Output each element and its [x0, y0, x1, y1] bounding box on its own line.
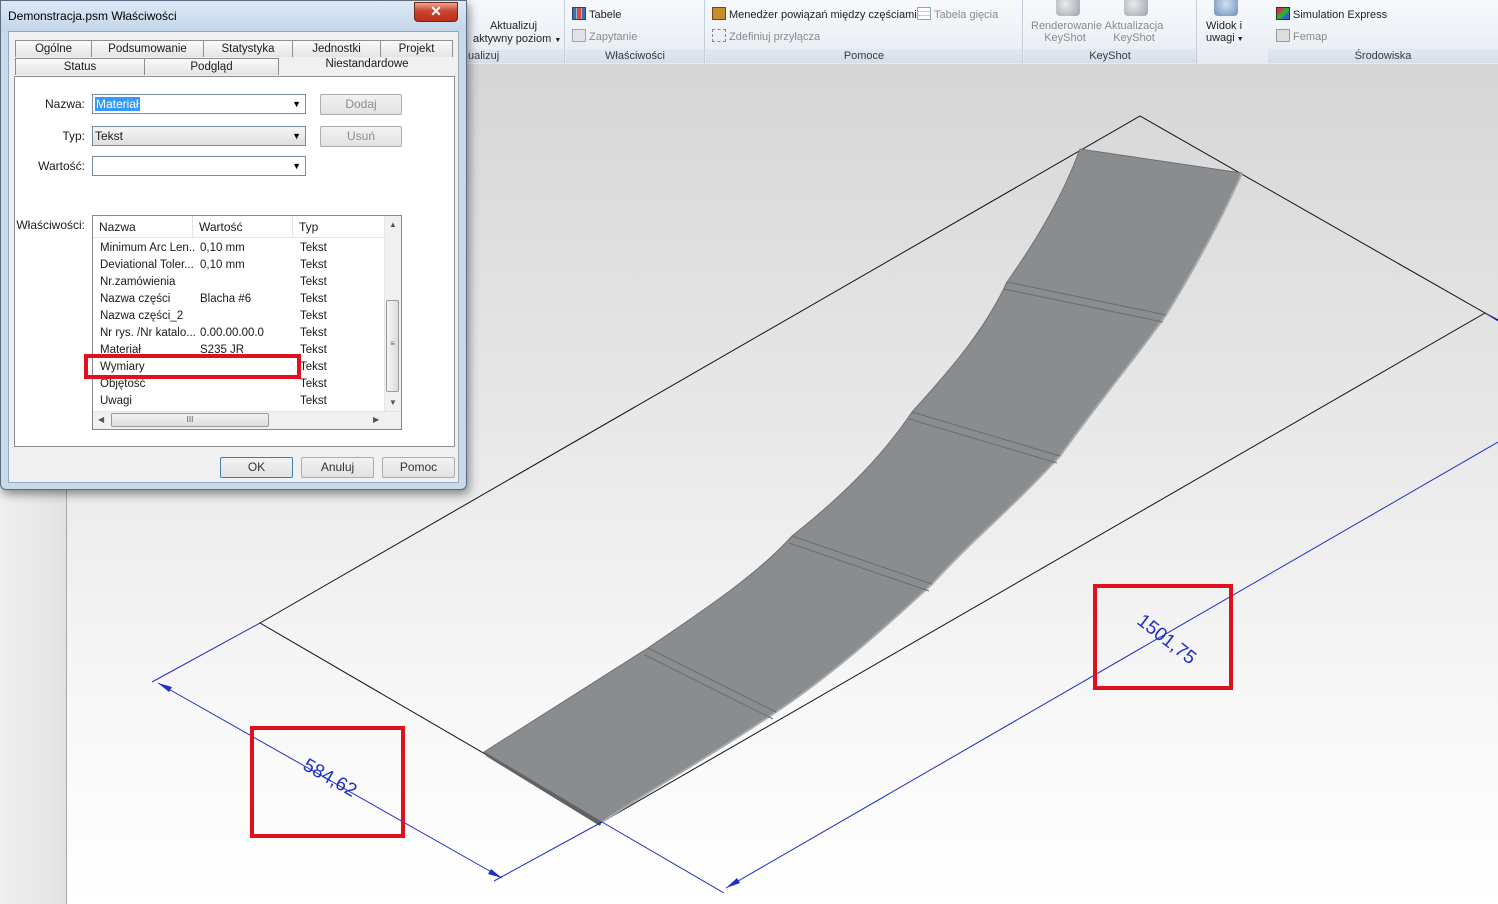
vertical-scrollbar[interactable]: ▲ ≡ ▼ — [384, 216, 401, 412]
name-combo[interactable]: Materiał ▼ — [92, 94, 306, 114]
properties-label: Właściwości: — [16, 218, 85, 232]
cell-value: 0,10 mm — [200, 259, 245, 271]
value-combo[interactable]: ▼ — [92, 156, 306, 176]
table-row[interactable]: Uwagi Tekst — [93, 393, 385, 410]
column-header-name[interactable]: Nazwa — [93, 216, 193, 238]
dimension-arrow — [158, 683, 172, 692]
vertical-scroll-thumb[interactable]: ≡ — [386, 300, 399, 392]
tab-general[interactable]: Ogólne — [15, 40, 92, 57]
cell-name: Nr rys. /Nr katalo... — [100, 327, 195, 339]
properties-list[interactable]: Nazwa Wartość Typ Minimum Arc Len... 0,10… — [92, 215, 402, 430]
table-row[interactable]: Nazwa części Blacha #6 Tekst — [93, 291, 385, 308]
extension-line — [1484, 312, 1498, 322]
dialog-titlebar[interactable]: Demonstracja.psm Właściwości ✕ — [1, 1, 466, 31]
scroll-grip-icon: ≡ — [390, 339, 395, 348]
chevron-down-icon[interactable]: ▼ — [292, 127, 301, 145]
help-button[interactable]: Pomoc — [382, 457, 455, 478]
scroll-right-icon[interactable]: ▶ — [373, 415, 379, 424]
tab-summary[interactable]: Podsumowanie — [91, 40, 204, 57]
dimension-arrow — [726, 878, 740, 888]
tab-custom[interactable]: Niestandardowe — [279, 55, 455, 77]
cell-name: Uwagi — [100, 395, 132, 407]
part-top-face — [483, 148, 1243, 823]
table-row[interactable]: Nr.zamówienia Tekst — [93, 274, 385, 291]
cell-value: Blacha #6 — [200, 293, 252, 305]
cell-type: Tekst — [300, 361, 327, 373]
cell-name: Nazwa części_2 — [100, 310, 184, 322]
extension-line — [601, 821, 725, 894]
name-label: Nazwa: — [44, 97, 85, 111]
cell-value: 0.00.00.00.0 — [200, 327, 264, 339]
remove-button[interactable]: Usuń — [320, 126, 402, 147]
cell-type: Tekst — [300, 242, 327, 254]
sheet-metal-part[interactable] — [483, 148, 1243, 826]
horizontal-scroll-thumb[interactable]: III — [111, 413, 269, 427]
custom-properties-page: Nazwa: Materiał ▼ Dodaj Typ: Tekst ▼ Usu… — [14, 76, 455, 447]
dimension-arrow — [488, 869, 502, 878]
type-combo[interactable]: Tekst ▼ — [92, 126, 306, 146]
cell-type: Tekst — [300, 259, 327, 271]
close-icon[interactable]: ✕ — [414, 2, 458, 22]
ok-button[interactable]: OK — [220, 457, 293, 478]
cell-name: Minimum Arc Len... — [100, 242, 195, 254]
value-label: Wartość: — [38, 159, 85, 173]
properties-dialog: Demonstracja.psm Właściwości ✕ Ogólne Po… — [0, 0, 467, 490]
type-label: Typ: — [62, 129, 85, 143]
table-row[interactable]: Nazwa części_2 Tekst — [93, 308, 385, 325]
tab-status[interactable]: Status — [15, 58, 145, 75]
cell-name: Nr.zamówienia — [100, 276, 176, 288]
highlight-dimension-short — [250, 726, 405, 838]
name-combo-value: Materiał — [95, 97, 140, 111]
table-row[interactable]: Nr rys. /Nr katalo... 0.00.00.00.0 Tekst — [93, 325, 385, 342]
cell-type: Tekst — [300, 378, 327, 390]
highlight-dimension-long — [1093, 584, 1233, 690]
scroll-up-icon[interactable]: ▲ — [389, 220, 397, 229]
type-combo-value: Tekst — [95, 129, 124, 143]
add-button[interactable]: Dodaj — [320, 94, 402, 115]
cell-type: Tekst — [300, 310, 327, 322]
cell-type: Tekst — [300, 327, 327, 339]
column-header-type[interactable]: Typ — [293, 216, 385, 238]
cell-type: Tekst — [300, 276, 327, 288]
extension-line — [493, 821, 603, 882]
highlight-dimensions-row — [84, 354, 301, 379]
extension-line — [151, 622, 261, 683]
dialog-title: Demonstracja.psm Właściwości — [8, 9, 177, 23]
table-row[interactable]: Deviational Toler... 0,10 mm Tekst — [93, 257, 385, 274]
cell-name: Nazwa części — [100, 293, 171, 305]
horizontal-scrollbar[interactable]: ◀ III ▶ — [93, 411, 401, 429]
scroll-down-icon[interactable]: ▼ — [389, 398, 397, 407]
column-header-value[interactable]: Wartość — [193, 216, 293, 238]
cell-type: Tekst — [300, 395, 327, 407]
table-row[interactable]: Minimum Arc Len... 0,10 mm Tekst — [93, 240, 385, 257]
cell-name: Deviational Toler... — [100, 259, 194, 271]
chevron-down-icon[interactable]: ▼ — [292, 95, 301, 113]
cell-type: Tekst — [300, 293, 327, 305]
scroll-left-icon[interactable]: ◀ — [98, 415, 104, 424]
tab-preview[interactable]: Podgląd — [144, 58, 279, 75]
cell-value: 0,10 mm — [200, 242, 245, 254]
dialog-body: Ogólne Podsumowanie Statystyka Jednostki… — [8, 31, 459, 483]
cell-type: Tekst — [300, 344, 327, 356]
cancel-button[interactable]: Anuluj — [301, 457, 374, 478]
chevron-down-icon[interactable]: ▼ — [292, 157, 301, 175]
